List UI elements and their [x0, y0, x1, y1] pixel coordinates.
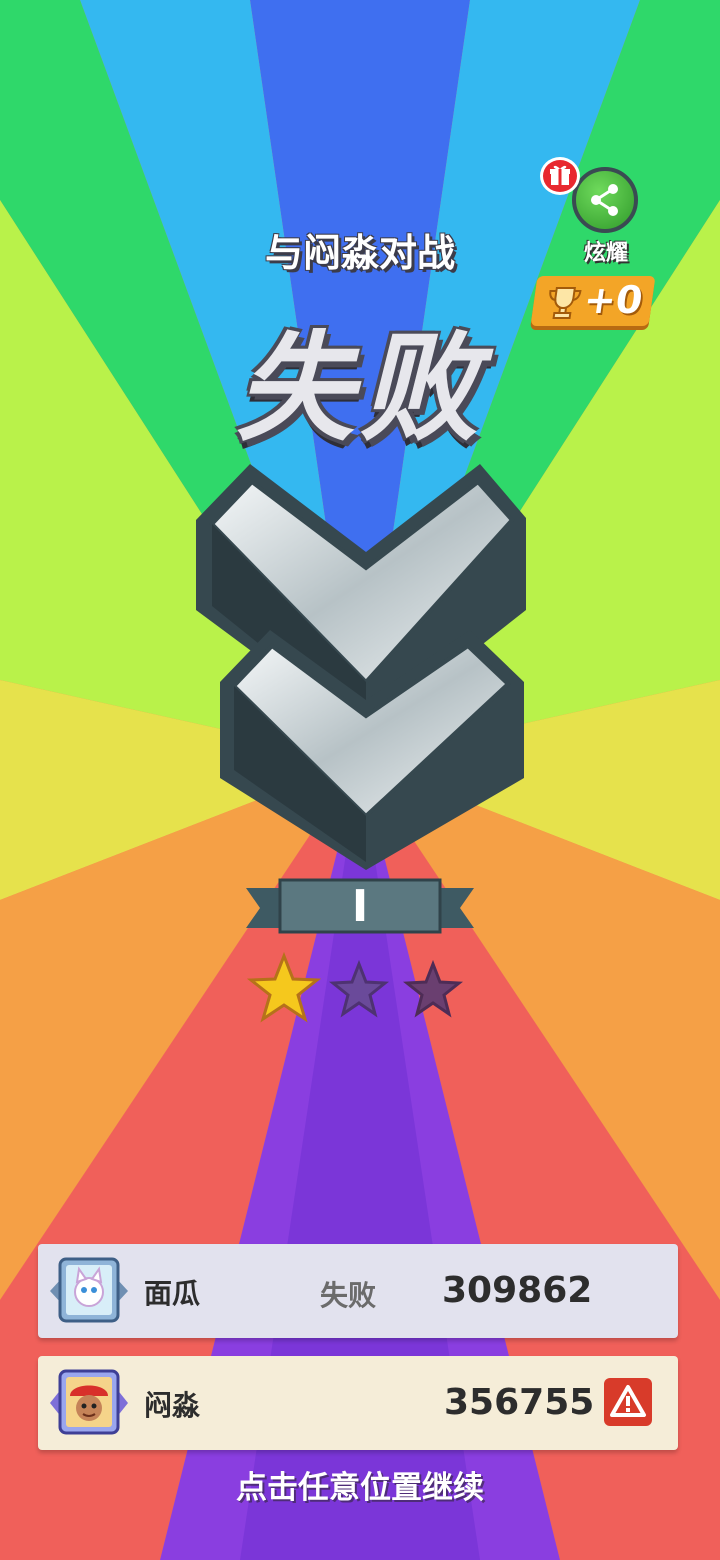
player-name: 面瓜: [144, 1277, 201, 1310]
share-button[interactable]: 炫耀: [540, 157, 642, 266]
player-row-2: 闷淼 356755: [38, 1356, 678, 1450]
rank-emblem-chevron-icon: [196, 464, 526, 870]
warning-icon: [610, 1385, 646, 1417]
rank-stars: [246, 952, 464, 1023]
gift-icon: [540, 157, 580, 195]
star-empty-icon: [402, 959, 464, 1018]
star-empty-icon: [328, 959, 390, 1018]
player-score: 309862: [442, 1270, 593, 1311]
star-filled-icon: [246, 952, 322, 1023]
trophy-reward-badge: +0: [530, 276, 656, 326]
player-score: 356755: [444, 1382, 595, 1423]
player-name: 闷淼: [144, 1389, 201, 1422]
player-row-1: 面瓜 失败 309862: [38, 1244, 678, 1338]
boy-red-cap-avatar: [50, 1369, 128, 1435]
continue-hint[interactable]: 点击任意位置继续: [0, 1462, 720, 1507]
rank-level: I: [351, 881, 369, 932]
share-icon: [572, 167, 638, 233]
report-button[interactable]: [604, 1378, 652, 1426]
trophy-icon: [549, 287, 582, 319]
trophy-reward-text: +0: [581, 278, 646, 322]
share-label: 炫耀: [583, 241, 628, 266]
white-cat-avatar: [50, 1257, 128, 1323]
player-status: 失败: [320, 1279, 377, 1312]
